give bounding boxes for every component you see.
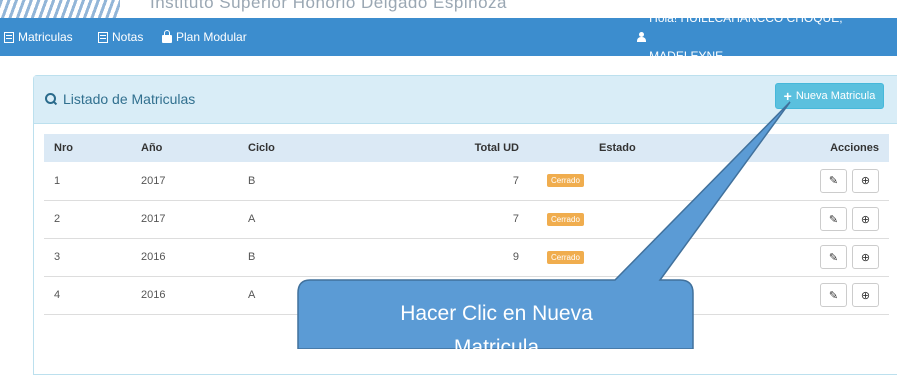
cell-nro: 2 bbox=[44, 200, 131, 239]
search-icon bbox=[45, 93, 57, 105]
total-value: 9 bbox=[512, 251, 519, 263]
header-total-ud: Total UD bbox=[474, 142, 519, 154]
cell-estado: Cerrado bbox=[529, 162, 769, 201]
cell-nro: 3 bbox=[44, 238, 131, 277]
callout-line-1: Hacer Clic en Nueva bbox=[400, 302, 593, 325]
callout-line-2: Matricula bbox=[453, 336, 540, 359]
panel-heading: Listado de Matriculas + Nueva Matricula bbox=[34, 76, 897, 124]
list-icon bbox=[4, 31, 14, 43]
download-icon: ⊕ bbox=[860, 289, 871, 302]
nav-item-label: Plan Modular bbox=[176, 30, 247, 44]
cell-ciclo: B bbox=[238, 238, 403, 277]
download-button[interactable]: ⊕ bbox=[852, 207, 879, 231]
header-nro: Nro bbox=[54, 142, 73, 154]
download-icon: ⊕ bbox=[860, 251, 871, 264]
total-value: 7 bbox=[512, 213, 519, 225]
lock-icon bbox=[162, 29, 172, 43]
table-header-row: Nro Año Ciclo Total UD Estado Acciones bbox=[44, 134, 889, 162]
cell-acciones: ✎ ⊕ bbox=[769, 162, 889, 201]
nueva-matricula-button[interactable]: + Nueva Matricula bbox=[775, 83, 884, 109]
edit-button[interactable]: ✎ bbox=[820, 207, 847, 231]
cell-acciones: ✎ ⊕ bbox=[769, 276, 889, 315]
cell-estado: Cerrado bbox=[529, 238, 769, 277]
header-estado: Estado bbox=[599, 142, 636, 154]
edit-icon: ✎ bbox=[828, 213, 839, 226]
total-value: 7 bbox=[512, 174, 519, 187]
status-badge: Cerrado bbox=[547, 212, 584, 226]
callout-text: Hacer Clic en Nueva Matricula bbox=[300, 297, 693, 365]
cell-nro: 4 bbox=[44, 276, 131, 315]
panel-title-text: Listado de Matriculas bbox=[63, 91, 196, 107]
download-button[interactable]: ⊕ bbox=[852, 283, 879, 307]
cell-estado: Cerrado bbox=[529, 200, 769, 239]
cell-nro: 1 bbox=[44, 162, 131, 201]
nav-item-matriculas[interactable]: Matriculas bbox=[4, 18, 73, 56]
nav-item-label: Matriculas bbox=[18, 30, 73, 44]
edit-icon: ✎ bbox=[828, 289, 839, 302]
edit-button[interactable]: ✎ bbox=[820, 283, 847, 307]
panel-title: Listado de Matriculas bbox=[45, 91, 195, 107]
nav-item-notas[interactable]: Notas bbox=[98, 18, 143, 56]
nav-item-label: Notas bbox=[112, 30, 144, 44]
table-row: 3 2016 B 9 Cerrado ✎ ⊕ bbox=[44, 238, 889, 277]
cell-acciones: ✎ ⊕ bbox=[769, 238, 889, 277]
cell-total: 7 bbox=[403, 200, 529, 239]
cell-anio: 2017 bbox=[131, 162, 238, 201]
edit-icon: ✎ bbox=[828, 175, 839, 188]
edit-button[interactable]: ✎ bbox=[820, 168, 847, 193]
download-button[interactable]: ⊕ bbox=[852, 168, 879, 193]
cell-anio: 2016 bbox=[131, 238, 238, 277]
download-icon: ⊕ bbox=[860, 213, 871, 226]
user-icon bbox=[636, 32, 647, 42]
cell-ciclo: B bbox=[238, 162, 403, 201]
edit-icon: ✎ bbox=[828, 251, 839, 264]
cell-anio: 2017 bbox=[131, 200, 238, 239]
cell-total: 7 bbox=[403, 162, 529, 201]
banner-title: Instituto Superior Honorio Delgado Espin… bbox=[150, 0, 507, 12]
cell-total: 9 bbox=[403, 238, 529, 277]
header-anio: Año bbox=[141, 142, 163, 154]
status-badge: Cerrado bbox=[547, 174, 584, 188]
navbar: Matriculas Notas Plan Modular Hola! HUIL… bbox=[0, 11, 897, 63]
plus-icon: + bbox=[783, 88, 792, 104]
table-row: 1 2017 B 7 Cerrado ✎ ⊕ bbox=[44, 162, 889, 201]
cell-acciones: ✎ ⊕ bbox=[769, 200, 889, 239]
user-menu[interactable]: Hola! HUILLCAHANCCO CHOQUE, MADELEYNE bbox=[636, 11, 897, 63]
header-ciclo: Ciclo bbox=[248, 142, 275, 154]
user-label: Hola! HUILLCAHANCCO CHOQUE, MADELEYNE bbox=[649, 11, 843, 63]
download-icon: ⊕ bbox=[860, 175, 871, 188]
list-icon bbox=[98, 31, 108, 43]
matriculas-table: Nro Año Ciclo Total UD Estado Acciones 1… bbox=[44, 134, 889, 315]
edit-button[interactable]: ✎ bbox=[820, 245, 847, 269]
download-button[interactable]: ⊕ bbox=[852, 245, 879, 269]
cell-anio: 2016 bbox=[131, 276, 238, 315]
banner-logo-stripes bbox=[0, 0, 120, 18]
table-row: 2 2017 A 7 Cerrado ✎ ⊕ bbox=[44, 200, 889, 239]
status-badge: Cerrado bbox=[547, 250, 584, 264]
cell-ciclo: A bbox=[238, 200, 403, 239]
nav-item-plan-modular[interactable]: Plan Modular bbox=[162, 18, 247, 56]
header-acciones: Acciones bbox=[830, 142, 879, 154]
nueva-matricula-label: Nueva Matricula bbox=[795, 90, 876, 102]
